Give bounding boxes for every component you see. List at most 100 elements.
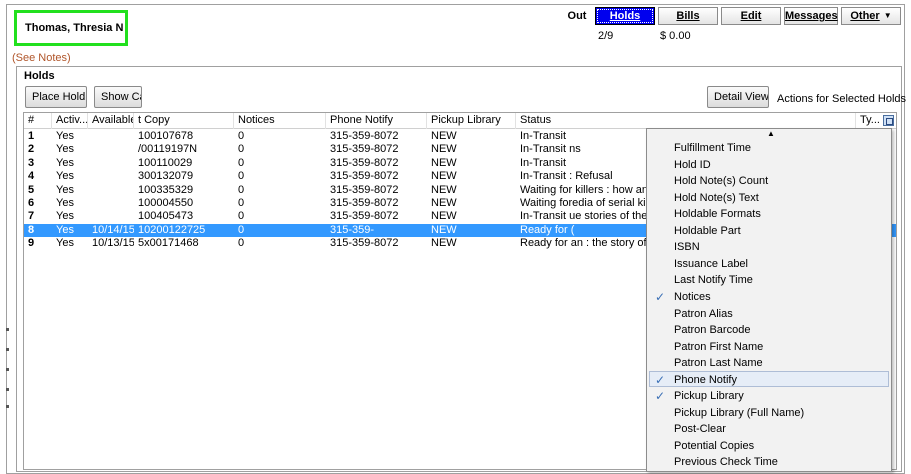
column-menu-item-label: Hold Note(s) Text [674, 191, 759, 204]
column-menu-item-label: Hold Note(s) Count [674, 175, 769, 188]
cell-pickup-library: NEW [431, 223, 457, 236]
column-menu-item-label: Patron Last Name [674, 357, 763, 370]
cell-active: Yes [56, 237, 74, 250]
cell-phone-notify: 315-359- [330, 223, 375, 236]
tab-other[interactable]: Other ▼ [841, 7, 901, 25]
cell-notices: 0 [238, 143, 245, 156]
column-header-active[interactable]: Activ... [52, 113, 88, 129]
cell-available-on [88, 130, 134, 143]
cell-number: 4 [28, 170, 35, 183]
cell-phone-notify: 315-359-8072 [330, 170, 399, 183]
cell-active: Yes [56, 156, 74, 169]
cell-copy: 100110029 [138, 156, 193, 169]
menu-scroll-up-icon[interactable]: ▲ [767, 129, 775, 138]
column-menu-item-label: Issuance Label [674, 257, 748, 270]
column-menu-item-label: Patron Barcode [674, 324, 751, 337]
column-header-available-on[interactable]: Available On [88, 113, 134, 129]
column-menu-item[interactable]: Pickup Library (Full Name) [649, 404, 889, 420]
holds-panel-title: Holds [24, 70, 55, 82]
column-menu-item[interactable]: Fulfillment Time [649, 139, 889, 155]
column-menu-item-label: Patron Alias [674, 307, 733, 320]
column-menu-item[interactable]: ✓ Notices [649, 288, 889, 304]
column-header-status[interactable]: Status [516, 113, 856, 129]
cell-number: 8 [28, 223, 35, 236]
column-menu-item[interactable]: Patron Barcode [649, 321, 889, 337]
cell-notices: 0 [238, 197, 245, 209]
tab-edit[interactable]: Edit [721, 7, 781, 25]
cell-available-on [88, 170, 134, 183]
column-menu-item[interactable]: Holdable Formats [649, 205, 889, 221]
column-menu-item[interactable]: Last Notify Time [649, 271, 889, 287]
column-menu-item[interactable]: Patron First Name [649, 338, 889, 354]
column-menu-item[interactable]: Previous Check Time [649, 453, 889, 469]
column-menu-item[interactable]: ✓ Phone Notify [649, 370, 889, 387]
cell-number: 5 [28, 183, 35, 196]
column-menu-item-label: Previous Check Time [674, 456, 778, 469]
place-hold-button[interactable]: Place Hold [25, 86, 87, 108]
column-picker-icon[interactable] [883, 115, 894, 126]
show-button[interactable]: Show Ca [94, 86, 142, 108]
cell-active: Yes [56, 130, 74, 142]
cell-copy: /00119197N [138, 143, 198, 156]
column-menu-item[interactable]: Hold Note(s) Count [649, 172, 889, 188]
column-menu-item[interactable]: Holdable Part [649, 222, 889, 238]
column-header-type[interactable]: Ty... [856, 113, 884, 129]
column-menu-item-label: Notices [674, 290, 711, 303]
cell-notices: 0 [238, 183, 245, 196]
column-menu-item[interactable]: ISBN [649, 238, 889, 254]
column-menu-item[interactable]: Post-Clear [649, 420, 889, 436]
splitter-grip-icon[interactable] [6, 328, 10, 408]
column-menu-item[interactable]: Potential Copies [649, 437, 889, 453]
cell-phone-notify: 315-359-8072 [330, 130, 399, 142]
checkmark-icon: ✓ [655, 372, 666, 387]
bills-amount: $ 0.00 [660, 30, 691, 42]
tab-out[interactable]: Out [562, 7, 592, 25]
cell-notices: 0 [238, 210, 245, 223]
column-menu-item-label: Potential Copies [674, 439, 755, 452]
column-header-notices[interactable]: Notices [234, 113, 326, 129]
cell-phone-notify: 315-359-8072 [330, 197, 399, 209]
holds-count: 2/9 [598, 30, 614, 42]
cell-active: Yes [56, 210, 74, 223]
cell-notices: 0 [238, 170, 245, 183]
column-menu-item-label: Holdable Part [674, 224, 741, 237]
column-menu-item-label: Patron First Name [674, 340, 764, 353]
cell-pickup-library: NEW [431, 197, 457, 209]
column-menu-item[interactable]: Hold Note(s) Text [649, 189, 889, 205]
column-header-number[interactable]: # [24, 113, 52, 129]
checkmark-icon: ✓ [655, 389, 666, 404]
see-notes-link[interactable]: (See Notes) [12, 52, 71, 64]
cell-active: Yes [56, 223, 74, 236]
tab-bills[interactable]: Bills [658, 7, 718, 25]
cell-phone-notify: 315-359-8072 [330, 156, 399, 169]
column-menu-item[interactable]: Patron Alias [649, 305, 889, 321]
tab-messages[interactable]: Messages [784, 7, 838, 25]
grid-header: # Activ... Available On t Copy Notices P… [24, 113, 896, 129]
cell-active: Yes [56, 183, 74, 196]
cell-available-on [88, 157, 134, 170]
column-menu-item-label: Holdable Formats [674, 208, 761, 221]
cell-notices: 0 [238, 223, 245, 236]
cell-copy: 100107678 [138, 130, 194, 142]
cell-phone-notify: 315-359-8072 [330, 210, 399, 223]
dropdown-caret-icon: ▼ [883, 11, 892, 20]
column-menu-item[interactable]: Patron Last Name [649, 354, 889, 370]
column-menu-item[interactable]: Issuance Label [649, 255, 889, 271]
cell-phone-notify: 315-359-8072 [330, 237, 399, 250]
cell-number: 7 [28, 210, 35, 223]
detail-view-button[interactable]: Detail View [707, 86, 769, 108]
column-header-copy[interactable]: t Copy [134, 113, 234, 129]
cell-number: 3 [28, 156, 35, 169]
tab-holds[interactable]: Holds [595, 7, 655, 25]
cell-available-on [88, 184, 134, 197]
actions-for-selected-holds[interactable]: Actions for Selected Holds [777, 93, 906, 105]
column-menu-item-label: Pickup Library (Full Name) [674, 406, 805, 419]
cell-copy: 100004550 [138, 197, 194, 209]
column-header-pickup-library[interactable]: Pickup Library [427, 113, 516, 129]
cell-pickup-library: NEW [431, 183, 457, 196]
column-menu-item-label: ISBN [674, 241, 700, 254]
cell-number: 2 [28, 143, 35, 156]
column-header-phone-notify[interactable]: Phone Notify [326, 113, 427, 129]
column-menu-item[interactable]: ✓ Pickup Library [649, 387, 889, 403]
column-menu-item[interactable]: Hold ID [649, 156, 889, 172]
